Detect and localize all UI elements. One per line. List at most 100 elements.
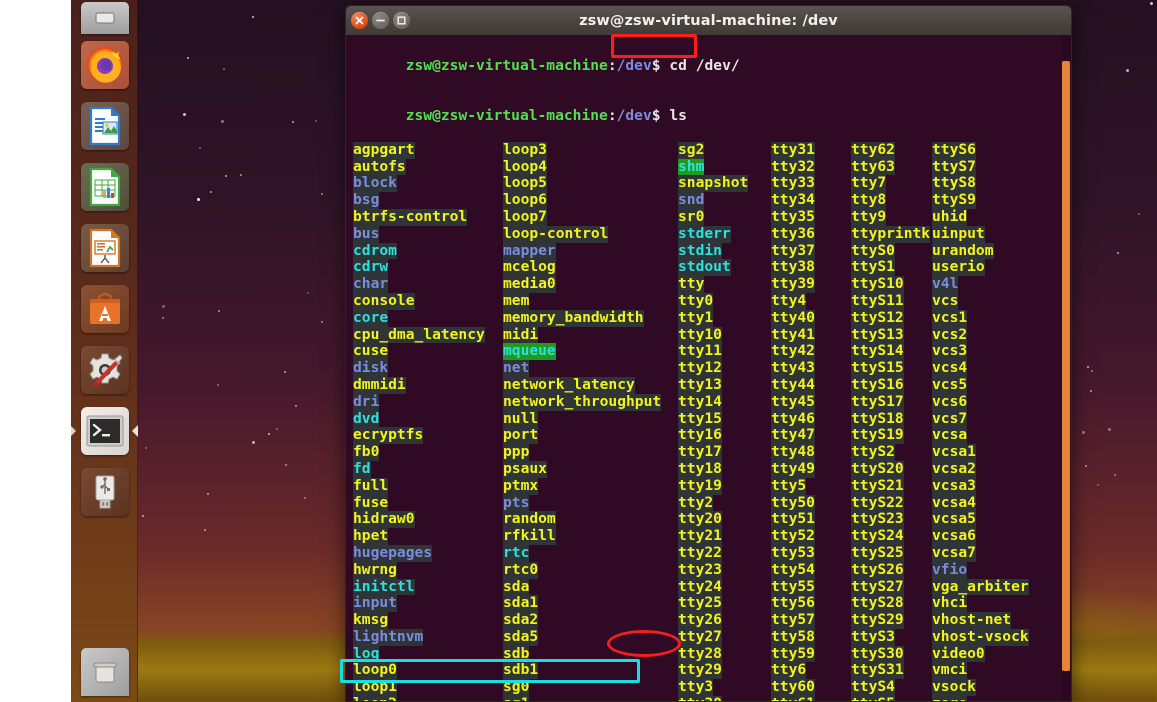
ls-entry: tty4 xyxy=(771,292,851,310)
ls-entry: sg1 xyxy=(503,695,678,701)
ls-entry-name: ttyS9 xyxy=(932,191,976,209)
ls-entry-name: tty61 xyxy=(771,695,815,701)
ls-entry: ttyS6 xyxy=(932,141,1052,159)
launcher-item-libreoffice-writer[interactable] xyxy=(71,95,138,156)
ls-entry: tty13 xyxy=(678,376,771,394)
ls-entry: vmci xyxy=(932,662,1052,680)
launcher-item-libreoffice-calc[interactable] xyxy=(71,156,138,217)
ls-entry: tty15 xyxy=(678,410,771,428)
ls-entry: tty9 xyxy=(851,207,932,226)
ls-entry: tty47 xyxy=(771,427,851,445)
ls-entry: tty25 xyxy=(678,594,771,613)
ls-entry: tty48 xyxy=(771,443,851,461)
ls-entry-name: loop3 xyxy=(503,140,547,159)
ls-entry: ttyS20 xyxy=(851,460,932,478)
launcher-item-firefox[interactable] xyxy=(71,34,138,95)
ls-entry: network_latency xyxy=(503,376,678,394)
ls-entry-name: tty50 xyxy=(771,493,815,512)
ls-entry-name: ttyS21 xyxy=(851,476,904,495)
ls-entry-name: fd xyxy=(353,459,371,478)
ls-entry-name: tty14 xyxy=(678,392,722,411)
ls-entry-name: tty39 xyxy=(771,275,815,293)
unity-launcher[interactable] xyxy=(71,0,138,702)
ls-entry: input xyxy=(353,594,503,613)
close-icon[interactable] xyxy=(351,12,368,29)
ls-entry: agpgart xyxy=(353,141,503,159)
ls-entry: vcs2 xyxy=(932,326,1052,344)
ls-entry: tty6 xyxy=(771,662,851,680)
ls-entry-name: tty53 xyxy=(771,543,815,562)
ls-entry-name: ttyS26 xyxy=(851,560,904,579)
launcher-item-ubuntu-software[interactable] xyxy=(71,278,138,339)
minimize-icon[interactable] xyxy=(372,12,389,29)
ls-entry: tty14 xyxy=(678,392,771,411)
ls-entry: tty32 xyxy=(771,158,851,176)
launcher-item-trash[interactable] xyxy=(71,641,138,702)
ls-entry: ttyS11 xyxy=(851,292,932,310)
ls-entry: sdb1 xyxy=(503,662,678,680)
ls-entry-name: tty9 xyxy=(851,207,887,226)
ls-entry: urandom xyxy=(932,241,1052,260)
prompt-colon: : xyxy=(607,107,617,125)
ls-entry-name: tty10 xyxy=(678,325,722,344)
launcher-item-terminal[interactable] xyxy=(71,400,138,461)
terminal-body[interactable]: zsw@zsw-virtual-machine:/dev$ cd /dev/ z… xyxy=(345,35,1072,702)
terminal-scrollbar[interactable] xyxy=(1061,35,1071,701)
terminal-scrollbar-thumb[interactable] xyxy=(1062,61,1070,671)
ls-entry: network_throughput xyxy=(503,393,678,411)
ls-entry-name: ttyS28 xyxy=(851,594,904,613)
launcher-item-system-settings[interactable] xyxy=(71,339,138,400)
ls-entry-name: vsock xyxy=(932,678,976,697)
ls-entry-name: urandom xyxy=(932,241,994,260)
ls-entry-name: ttyS13 xyxy=(851,325,904,344)
terminal-line-cmd1: zsw@zsw-virtual-machine:/dev$ cd /dev/ xyxy=(349,41,1071,91)
ls-entry: tty18 xyxy=(678,459,771,478)
ls-entry: ttyS23 xyxy=(851,511,932,529)
ls-entry: ttyS14 xyxy=(851,343,932,361)
ls-entry: loop2 xyxy=(353,695,503,701)
ls-entry-name: btrfs-control xyxy=(353,207,468,226)
ls-entry-name: tty57 xyxy=(771,611,815,629)
ls-entry-name: ttyS30 xyxy=(851,644,904,663)
ls-entry-name: ttyS7 xyxy=(932,157,976,176)
launcher-item-libreoffice-impress[interactable] xyxy=(71,217,138,278)
ls-entry: tty54 xyxy=(771,561,851,579)
ls-entry-name: ttyS19 xyxy=(851,426,904,445)
maximize-icon[interactable] xyxy=(393,12,410,29)
ls-entry: btrfs-control xyxy=(353,207,503,226)
ls-entry: loop5 xyxy=(503,175,678,193)
ls-entry-name: hwrng xyxy=(353,560,397,579)
ls-entry-name: ttyS25 xyxy=(851,543,904,562)
ls-entry-name: tty7 xyxy=(851,174,887,193)
ls-entry-name: shm xyxy=(678,157,705,176)
ls-entry: tty2 xyxy=(678,494,771,512)
ls-entry-name: core xyxy=(353,308,389,327)
prompt-userhost: zsw@zsw-virtual-machine xyxy=(405,107,608,125)
ls-entry-name: vcsa5 xyxy=(932,510,976,529)
launcher-item-files-nautilus[interactable] xyxy=(71,0,138,34)
ls-entry-name: stdin xyxy=(678,241,722,260)
ls-entry: char xyxy=(353,275,503,293)
ls-entry: tty45 xyxy=(771,393,851,411)
ls-entry-name: midi xyxy=(503,325,539,344)
ls-entry-name: vfio xyxy=(932,560,968,579)
ls-entry: tty39 xyxy=(771,275,851,293)
terminal-window[interactable]: zsw@zsw-virtual-machine: /dev zsw@zsw-vi… xyxy=(345,5,1072,702)
ls-entry-name: ttyprintk xyxy=(851,224,931,243)
ls-entry: ttyS30 xyxy=(851,644,932,663)
ls-entry-name: cdrw xyxy=(353,258,389,277)
ls-entry: sda5 xyxy=(503,628,678,646)
ls-entry-name: tty18 xyxy=(678,459,722,478)
terminal-titlebar[interactable]: zsw@zsw-virtual-machine: /dev xyxy=(345,5,1072,35)
ls-entry: sda xyxy=(503,578,678,596)
launcher-item-usb-drive[interactable] xyxy=(71,461,138,522)
ls-entry: ppp xyxy=(503,443,678,461)
ls-entry-name: mqueue xyxy=(503,342,556,361)
ls-entry: cdrom xyxy=(353,242,503,260)
ls-entry: tty52 xyxy=(771,527,851,545)
ls-entry: vcsa3 xyxy=(932,477,1052,495)
ls-entry-name: hugepages xyxy=(353,543,433,562)
ls-entry: tty10 xyxy=(678,325,771,344)
ls-entry-name: random xyxy=(503,510,556,529)
ls-entry-name: tty22 xyxy=(678,543,722,562)
